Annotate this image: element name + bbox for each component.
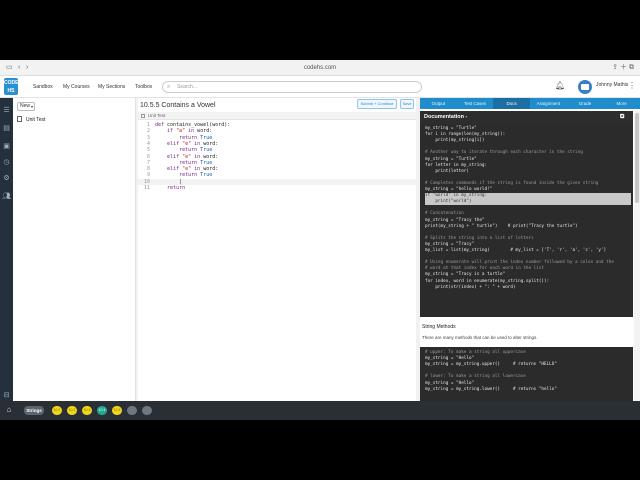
code-editor-pane: 10.5.5 Contains a Vowel Submit + Continu… <box>138 98 416 401</box>
forward-icon[interactable]: › <box>26 63 28 73</box>
progress-step[interactable]: 10.2 <box>67 406 77 415</box>
submit-continue-button[interactable]: Submit + Continue <box>357 99 397 109</box>
right-tab-bar: Output Test Cases Docs Assignment Grade More <box>420 98 640 109</box>
exercise-title: 10.5.5 Contains a Vowel <box>140 102 216 109</box>
file-item-unit-test[interactable]: Unit Test <box>17 116 127 125</box>
code-text: return <box>167 185 186 191</box>
documentation-panel: Documentation - ⧉ my_string = "Turtle" fo… <box>420 111 633 401</box>
file-icon <box>17 116 22 122</box>
course-progress-bar: ⌂ Strings 10.1 10.2 10.3 10.4 10.5 <box>0 401 640 420</box>
tab-grade[interactable]: Grade <box>567 98 604 109</box>
code-line[interactable]: 11 return <box>138 185 416 191</box>
left-icon-rail: ☰ ▤ ▣ ◷ ⚙ 👥︎ ⊟ <box>0 98 13 420</box>
doc-code-line: my_string = my_string.lower() # returns … <box>425 386 557 392</box>
browser-toolbar: ▭ ‹ › codehs.com ⇪ ＋ ⧉ <box>0 60 640 76</box>
progress-step[interactable] <box>127 406 137 415</box>
right-panel: Output Test Cases Docs Assignment Grade More … <box>420 98 640 401</box>
module-pill[interactable]: Strings <box>24 406 44 415</box>
progress-step[interactable]: 10.3 <box>82 406 92 415</box>
more-menu-icon[interactable]: ⋮ <box>628 81 636 90</box>
address-bar[interactable]: codehs.com <box>240 63 400 73</box>
files-panel: New ▾ Unit Test <box>13 98 136 401</box>
tab-docs[interactable]: Docs <box>493 98 530 109</box>
avatar[interactable] <box>578 80 592 94</box>
documentation-title: Documentation - <box>424 114 468 120</box>
back-icon[interactable]: ‹ <box>18 63 20 73</box>
nav-toolbox[interactable]: Toolbox <box>135 84 152 90</box>
external-link-icon[interactable]: ⧉ <box>620 111 624 124</box>
progress-step[interactable]: 10.5 <box>112 406 122 415</box>
nav-sandbox[interactable]: Sandbox <box>33 84 53 90</box>
home-icon[interactable]: ⌂ <box>4 405 14 415</box>
tab-test-cases[interactable]: Test Cases <box>457 98 494 109</box>
user-name[interactable]: Johnny Mathis <box>596 82 628 88</box>
app-header: CODE HS Sandbox My Courses My Sections T… <box>0 76 640 98</box>
scrollbar-thumb[interactable] <box>635 113 639 203</box>
files-icon[interactable]: ▤ <box>2 124 11 133</box>
file-tab-label: Unit Test <box>148 113 166 118</box>
string-methods-description: There are many methods that can be used … <box>422 335 538 340</box>
new-file-label: New <box>20 103 31 109</box>
history-icon[interactable]: ◷ <box>2 158 11 167</box>
collapse-icon[interactable]: ⊟ <box>2 391 11 400</box>
code-icon[interactable]: ▣ <box>2 142 11 151</box>
file-icon <box>141 114 145 118</box>
settings-icon[interactable]: ⚙ <box>2 174 11 183</box>
new-file-button[interactable]: New ▾ <box>17 102 35 111</box>
search-icon: ⌕ <box>167 84 171 90</box>
share-icon[interactable]: ⇪ ＋ ⧉ <box>612 63 634 73</box>
doc-code-block-methods: # upper: To make a string all uppercase m… <box>420 347 633 401</box>
progress-step[interactable]: 10.4 <box>97 406 107 415</box>
nav-my-sections[interactable]: My Sections <box>98 84 125 90</box>
string-methods-heading: String Methods <box>422 324 456 330</box>
progress-step[interactable]: 10.1 <box>52 406 62 415</box>
editor-file-tab[interactable]: Unit Test <box>138 112 416 120</box>
app-window: ▭ ‹ › codehs.com ⇪ ＋ ⧉ CODE HS Sandbox M… <box>0 60 640 420</box>
save-button[interactable]: Save <box>400 99 414 109</box>
doc-code-block: my_string = "Turtle" for i in range(len(m… <box>420 124 633 317</box>
progress-step[interactable] <box>142 406 152 415</box>
notifications-icon[interactable]: 🔔︎ <box>555 81 565 90</box>
tab-assignment[interactable]: Assignment <box>530 98 567 109</box>
file-name: Unit Test <box>26 117 46 123</box>
sidebar-toggle-icon[interactable]: ▭ <box>6 63 13 73</box>
line-number: 11 <box>143 185 150 191</box>
tab-output[interactable]: Output <box>420 98 457 109</box>
documentation-header[interactable]: Documentation - ⧉ <box>420 111 633 124</box>
chevron-down-icon: ▾ <box>30 104 33 109</box>
code-area[interactable]: 1 def contains_vowel(word): 2 if "a" in wo… <box>138 122 416 397</box>
people-icon[interactable]: 👥︎ <box>2 192 11 201</box>
doc-code-line: print(str(index) + ": " + word) <box>425 284 516 290</box>
tab-more[interactable]: More <box>603 98 640 109</box>
right-panel-scrollbar[interactable] <box>634 111 640 401</box>
codehs-logo[interactable]: CODE HS <box>4 78 18 95</box>
search-input[interactable]: ⌕ Search... <box>162 81 422 93</box>
nav-my-courses[interactable]: My Courses <box>63 84 90 90</box>
search-placeholder: Search... <box>177 84 198 90</box>
menu-icon[interactable]: ☰ <box>2 106 11 115</box>
